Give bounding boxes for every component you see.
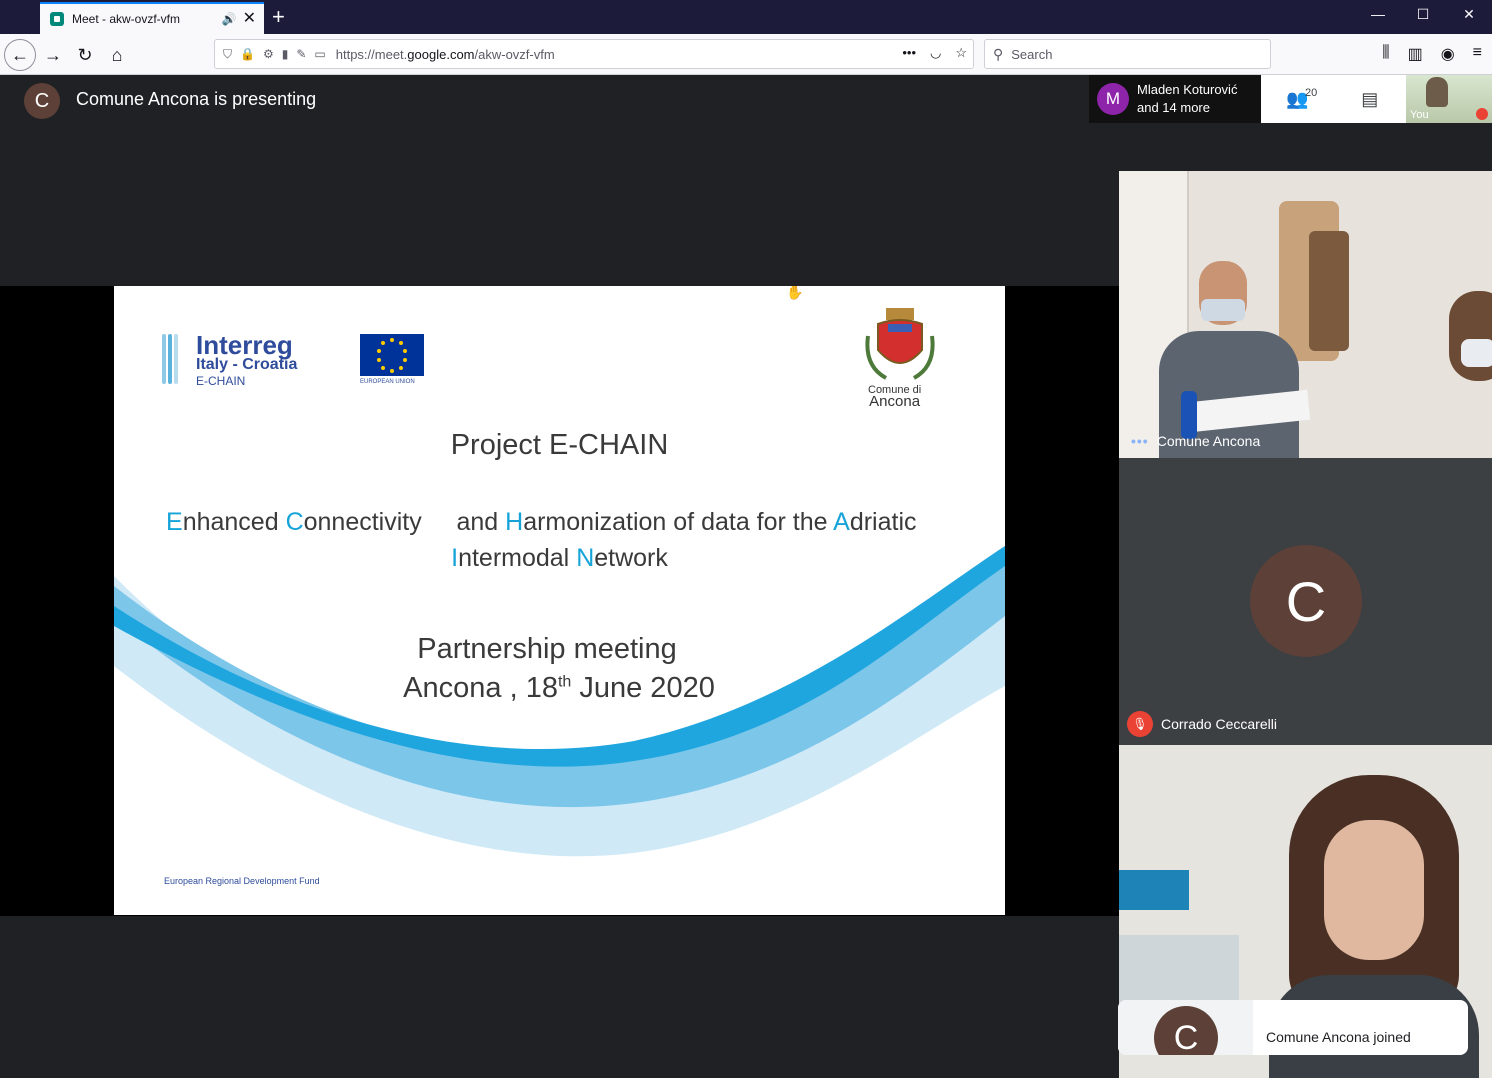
eu-flag-icon — [360, 334, 424, 376]
presentation-slide: ✋ Interreg Italy - Croatia E-CHAIN EUROP… — [114, 286, 1005, 915]
people-count: 20 — [1305, 87, 1318, 99]
participant-more: and 14 more — [1137, 100, 1210, 115]
maximize-icon[interactable]: ☐ — [1411, 6, 1435, 23]
minimize-icon[interactable]: — — [1366, 6, 1390, 22]
participant-name: Corrado Ceccarelli — [1161, 716, 1277, 732]
toast-text: Comune Ancona joined — [1266, 1029, 1411, 1045]
url-bar[interactable]: ⛉ 🔒 ⚙ ▮ ✎ ▭ https://meet.google.com/akw-… — [214, 39, 974, 69]
hand-cursor-icon: ✋ — [786, 286, 804, 300]
new-tab-button[interactable]: + — [272, 4, 285, 30]
participant-tile-comune-ancona[interactable]: ••• Comune Ancona — [1119, 171, 1492, 458]
slide-subtitle-line2: Intermodal Network — [451, 544, 668, 572]
slide-subtitle-line1: Enhanced Connectivity and Harmonization … — [166, 508, 917, 536]
search-icon: ⚲ — [993, 45, 1004, 62]
speaker-icon[interactable]: 🔊 — [222, 12, 237, 26]
coat-caption-line2: Ancona — [869, 393, 921, 410]
lock-icon[interactable]: 🔒 — [240, 47, 255, 61]
people-button[interactable]: 👥 20 — [1261, 75, 1334, 123]
meet-window: C Comune Ancona is presenting M Mladen K… — [0, 75, 1492, 1078]
tab-meet[interactable]: Meet - akw-ovzf-vfm 🔊 ✕ — [40, 2, 264, 34]
presenter-avatar: C — [24, 83, 60, 119]
participant-avatar: C — [1250, 545, 1362, 657]
shield-icon[interactable]: ⛉ — [223, 47, 232, 62]
slide-fund-text: European Regional Development Fund — [164, 876, 320, 886]
bookmark-star-icon[interactable]: ☆ — [955, 45, 967, 61]
participant-name: Comune Ancona — [1156, 433, 1261, 449]
participants-summary[interactable]: M Mladen Koturović and 14 more — [1089, 75, 1261, 123]
navigation-bar: ← → ↻ ⌂ ⛉ 🔒 ⚙ ▮ ✎ ▭ https://meet.google.… — [0, 34, 1492, 75]
participant-name: Mladen Koturović — [1137, 82, 1238, 97]
sidebar-icon[interactable]: ▥ — [1408, 44, 1423, 64]
screen-share-icon[interactable]: ▭ — [314, 47, 325, 61]
participant-avatar: M — [1097, 83, 1129, 115]
search-input: Search — [1011, 46, 1053, 62]
speaking-indicator-icon: ••• — [1131, 433, 1149, 449]
meet-favicon-icon — [50, 12, 64, 26]
presentation-stage: ✋ Interreg Italy - Croatia E-CHAIN EUROP… — [0, 286, 1119, 916]
tab-title: Meet - akw-ovzf-vfm — [72, 12, 181, 26]
mic-off-icon: 🎙 — [1127, 711, 1153, 737]
slide-meeting: Partnership meeting — [417, 633, 677, 665]
menu-icon[interactable]: ≡ — [1473, 44, 1482, 64]
mic-off-icon — [1476, 108, 1488, 120]
library-icon[interactable]: ⫼ — [1382, 44, 1389, 64]
url-text: https://meet.google.com/akw-ovzf-vfm — [335, 46, 555, 62]
close-tab-icon[interactable]: ✕ — [243, 11, 256, 27]
chat-button[interactable]: ▤ — [1334, 75, 1407, 123]
back-button[interactable]: ← — [4, 39, 36, 71]
self-view[interactable]: You — [1406, 75, 1492, 123]
home-button[interactable]: ⌂ — [104, 42, 130, 68]
presenter-status: Comune Ancona is presenting — [76, 89, 317, 109]
search-box[interactable]: ⚲ Search — [984, 39, 1271, 69]
forward-button[interactable]: → — [40, 42, 66, 68]
permissions-icon[interactable]: ⚙ — [263, 47, 274, 61]
pocket-icon[interactable]: ◡ — [930, 45, 941, 61]
participant-tile-corrado[interactable]: C 🎙 Corrado Ceccarelli — [1119, 458, 1492, 745]
join-notification: C Comune Ancona joined — [1118, 1000, 1468, 1055]
close-window-icon[interactable]: ✕ — [1457, 6, 1481, 23]
reload-button[interactable]: ↻ — [72, 42, 98, 68]
chat-icon: ▤ — [1361, 88, 1379, 109]
interreg-waves-icon — [162, 334, 184, 384]
page-actions-icon[interactable]: ••• — [902, 45, 916, 61]
account-icon[interactable]: ◉ — [1441, 44, 1455, 64]
self-video — [1426, 77, 1448, 107]
self-label: You — [1410, 109, 1429, 121]
tab-bar: Meet - akw-ovzf-vfm 🔊 ✕ + — ☐ ✕ — [0, 0, 1492, 34]
microphone-icon[interactable]: ✎ — [296, 47, 306, 61]
slide-title: Project E-CHAIN — [450, 429, 669, 461]
slide-date: Ancona , 18th June 2020 — [403, 672, 715, 704]
camera-icon[interactable]: ▮ — [282, 47, 289, 61]
